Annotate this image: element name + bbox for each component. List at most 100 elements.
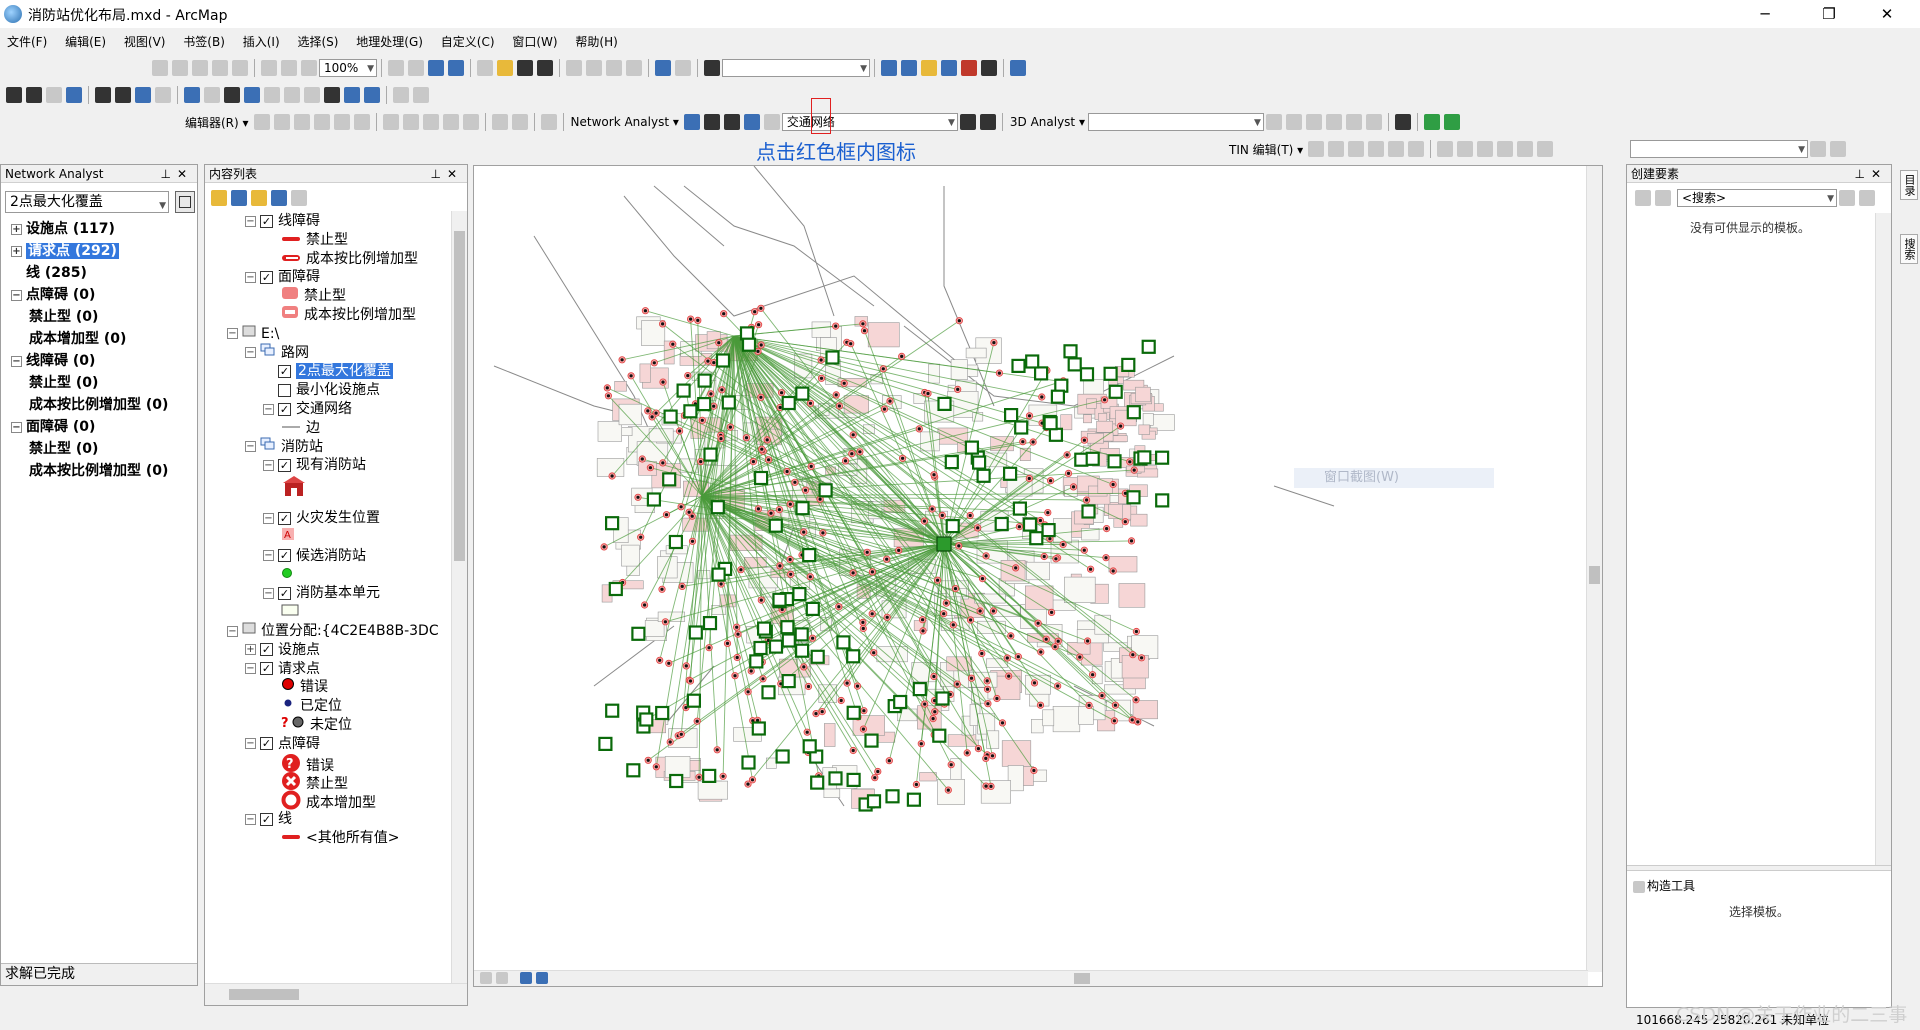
edit-vertices-icon[interactable] [382,114,399,130]
menu-geoprocessing[interactable]: 地理处理(G) [349,30,430,53]
maximize-button[interactable]: ❐ [1806,0,1852,28]
sketch-properties-icon[interactable] [511,114,528,130]
scale-combo[interactable]: ▼ [722,59,870,77]
copy-icon[interactable] [586,60,602,76]
options-icon[interactable] [291,190,307,206]
delete-icon[interactable] [626,60,642,76]
map-v-scrollbar[interactable] [1586,166,1602,972]
menu-customize[interactable]: 自定义(C) [434,30,502,53]
layer-visibility-checkbox[interactable]: ✓ [260,662,273,676]
toc-row[interactable]: − ✓ 现有消防站 [263,455,366,477]
reshape-icon[interactable] [402,114,419,130]
attributes-icon[interactable] [491,114,508,130]
toc-scrollbar[interactable] [451,211,467,983]
catalog-tab[interactable]: 目录 [1900,170,1918,200]
identify-icon[interactable] [244,87,260,103]
data-view-icon[interactable] [480,972,492,984]
layout-tool-icon[interactable] [172,60,188,76]
expand-icon[interactable]: + [11,245,22,257]
cut-polygons-icon[interactable] [422,114,439,130]
redo-icon[interactable] [675,60,691,76]
tin-tool-icon[interactable] [1368,141,1385,157]
catalog-window-icon[interactable] [921,60,937,76]
na-item[interactable]: 禁止型 (0) [29,373,98,395]
go-forward-icon[interactable] [155,87,171,103]
layer-combo[interactable]: ▼ [1630,140,1808,158]
collapse-icon[interactable]: − [11,355,22,367]
layer-visibility-checkbox[interactable]: ✓ [278,586,291,600]
search-window-icon[interactable] [941,60,957,76]
html-popup-icon[interactable] [284,87,300,103]
collapse-icon[interactable]: − [245,813,256,825]
line-of-sight-icon[interactable] [1305,114,1322,130]
python-window-icon[interactable] [981,60,997,76]
edit-annotation-icon[interactable] [273,114,290,130]
na-item[interactable]: − 线障碍 (0) [11,351,95,373]
network-analyst-menu[interactable]: Network Analyst ▾ [568,115,682,129]
profile-graph-icon[interactable] [1365,114,1382,130]
list-by-visibility-icon[interactable] [251,190,267,206]
add-data-icon[interactable] [704,60,720,76]
map-canvas[interactable] [474,166,1603,987]
map-h-scroll-thumb[interactable] [1074,973,1090,984]
filter-icon[interactable] [1655,190,1671,206]
measure-icon[interactable] [304,87,320,103]
3d-analyst-menu[interactable]: 3D Analyst ▾ [1007,115,1088,129]
toc-row[interactable]: − ✓ 候选消防站 [263,546,366,568]
pin-close-icon[interactable]: ⊥✕ [430,165,463,183]
na-item[interactable]: 成本按比例增加型 (0) [29,461,168,483]
3d-layer-combo[interactable]: ▼ [1087,113,1264,131]
zoom-combo[interactable]: 100% ▼ [319,59,377,77]
na-item[interactable]: − 面障碍 (0) [11,417,95,439]
layout-tool-icon[interactable] [192,60,208,76]
layer-visibility-checkbox[interactable]: ✓ [260,270,273,284]
graph-icon[interactable] [1394,114,1411,130]
list-by-selection-icon[interactable] [271,190,287,206]
template-scrollbar[interactable] [1875,213,1891,865]
layer-visibility-checkbox[interactable]: ✓ [260,643,273,657]
fixed-zoom-in-icon[interactable] [95,87,111,103]
layer-visibility-checkbox[interactable]: ✓ [260,214,273,228]
organize-templates-icon[interactable] [1635,190,1651,206]
arcscene-icon[interactable] [1443,114,1460,130]
rotate-icon[interactable] [462,114,479,130]
print-icon[interactable] [537,60,553,76]
tin-tool-icon[interactable] [1477,141,1494,157]
network-identify-icon[interactable] [979,114,996,130]
tin-tool-icon[interactable] [1388,141,1405,157]
cut-icon[interactable] [566,60,582,76]
tin-editing-menu[interactable]: TIN 编辑(T) ▾ [1226,141,1306,158]
na-item[interactable]: + 设施点 (117) [11,219,115,241]
save-icon[interactable] [517,60,533,76]
menu-insert[interactable]: 插入(I) [236,30,287,53]
collapse-icon[interactable]: − [263,459,274,471]
hyperlink-icon[interactable] [264,87,280,103]
create-network-location-icon[interactable] [703,114,720,130]
clear-search-icon[interactable] [1859,190,1875,206]
pan-icon[interactable] [46,87,62,103]
time-slider-icon[interactable] [393,87,409,103]
minimize-button[interactable]: ─ [1742,0,1788,28]
layout-tool-icon[interactable] [301,60,317,76]
menu-help[interactable]: 帮助(H) [568,30,624,53]
collapse-icon[interactable]: − [245,215,256,227]
fixed-zoom-out-icon[interactable] [115,87,131,103]
editor-toolbar-icon[interactable] [881,60,897,76]
layout-tool-icon[interactable] [448,60,464,76]
tin-tool-icon[interactable] [1408,141,1425,157]
raster-tool-icon[interactable] [1830,141,1846,157]
tin-tool-icon[interactable] [1537,141,1554,157]
analysis-layer-select[interactable]: 2点最大化覆盖 ▼ [5,191,169,213]
menu-select[interactable]: 选择(S) [290,30,345,53]
collapse-icon[interactable]: − [245,441,256,453]
select-features-icon[interactable] [184,87,200,103]
layout-tool-icon[interactable] [408,60,424,76]
open-folder-icon[interactable] [497,60,513,76]
end-point-arc-icon[interactable] [313,114,330,130]
find-route-icon[interactable] [344,87,360,103]
interpolate-point-icon[interactable] [1325,114,1342,130]
menu-view[interactable]: 视图(V) [117,30,173,53]
layout-tool-icon[interactable] [232,60,248,76]
menu-edit[interactable]: 编辑(E) [58,30,113,53]
map-v-scroll-thumb[interactable] [1589,566,1600,584]
